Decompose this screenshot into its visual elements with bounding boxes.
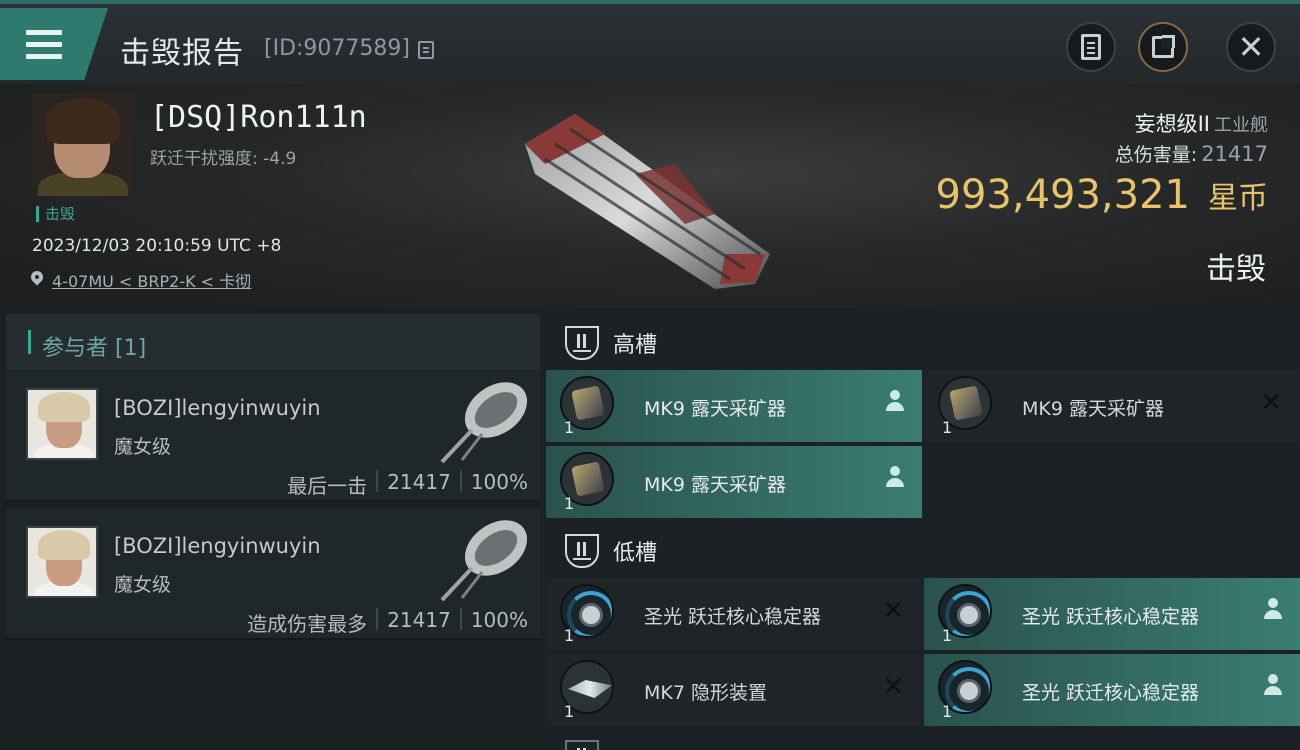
- low-slot-label: 低槽: [613, 541, 658, 566]
- module-qty: 1: [942, 702, 953, 721]
- top-bar: 击毁报告 [ID:9077589] ✕: [0, 0, 1300, 84]
- high-slot-header: 高槽: [545, 310, 1300, 376]
- participant-card[interactable]: [BOZI]lengyinwuyin 魔女级 最后一击 21417 100%: [6, 370, 540, 502]
- high-slot-icon: [565, 326, 599, 360]
- victim-ship-image: [525, 114, 770, 289]
- close-icon: ✕: [1237, 28, 1265, 66]
- participant-role: 最后一击: [287, 474, 368, 498]
- module-name: 圣光 跃迁核心稳定器: [1022, 682, 1200, 704]
- participant-damage: 21417: [387, 608, 451, 632]
- location-pin-icon: [30, 271, 44, 289]
- participants-panel: 参与者 [1] [BOZI]lengyinwuyin 魔女级 最后一击 21417…: [0, 308, 541, 750]
- participants-header: 参与者 [1]: [6, 314, 540, 370]
- victim-banner: [DSQ]Ron111n 跃迁干扰强度: -4.9 击毁 2023/12/03 …: [0, 84, 1300, 308]
- page-title: 击毁报告: [120, 36, 244, 71]
- fitting-panel: 高槽 1 MK9 露天采矿器 1 MK9 露天采矿器 ✕ 1 MK9 露天采矿器…: [541, 308, 1300, 750]
- victim-ship-type: 妄想级II 工业舰: [1135, 108, 1268, 138]
- participant-ship: 魔女级: [114, 574, 172, 596]
- participant-role: 造成伤害最多: [247, 612, 368, 636]
- isk-unit: 星币: [1208, 181, 1268, 216]
- module-item[interactable]: 1 MK9 露天采矿器: [546, 370, 922, 442]
- module-name: MK9 露天采矿器: [1022, 398, 1164, 420]
- participant-damage: 21417: [387, 470, 451, 494]
- copy-id-icon[interactable]: [418, 41, 434, 59]
- menu-icon: [26, 30, 62, 60]
- low-slot-icon: [565, 534, 599, 568]
- module-item[interactable]: 1 MK7 隐形装置 ✕: [546, 654, 922, 726]
- participant-ship-image: [440, 382, 528, 464]
- module-item[interactable]: 1 MK9 露天采矿器 ✕: [924, 370, 1300, 442]
- isk-value: 993,493,321 星币: [936, 172, 1268, 218]
- slot-icon: [565, 740, 599, 750]
- avatar[interactable]: [26, 388, 98, 460]
- menu-button[interactable]: [0, 8, 108, 80]
- module-name: MK9 露天采矿器: [644, 474, 786, 496]
- module-name: MK7 隐形装置: [644, 682, 767, 704]
- fitted-icon: [1264, 598, 1282, 620]
- participant-percent: 100%: [470, 470, 528, 494]
- destroyed-icon: ✕: [1260, 388, 1282, 418]
- share-icon: [1152, 35, 1175, 58]
- victim-portrait[interactable]: [32, 94, 134, 196]
- clipboard-icon: [1081, 34, 1101, 60]
- participant-stats: 造成伤害最多 21417 100%: [247, 608, 528, 637]
- participant-name[interactable]: [BOZI]lengyinwuyin: [114, 534, 321, 558]
- module-item[interactable]: 1 圣光 跃迁核心稳定器: [924, 654, 1300, 726]
- avatar[interactable]: [26, 526, 98, 598]
- total-damage-label: 总伤害量:: [1114, 144, 1198, 166]
- destroyed-icon: ✕: [882, 596, 904, 626]
- module-qty: 1: [564, 418, 575, 437]
- participant-name[interactable]: [BOZI]lengyinwuyin: [114, 396, 321, 420]
- module-name: 圣光 跃迁核心稳定器: [1022, 606, 1200, 628]
- module-qty: 1: [942, 418, 953, 437]
- kill-timestamp: 2023/12/03 20:10:59 UTC +8: [32, 236, 282, 256]
- victim-ship-class: 工业舰: [1214, 115, 1268, 136]
- module-qty: 1: [564, 702, 575, 721]
- next-slot-header: [545, 740, 1300, 750]
- share-button[interactable]: [1138, 22, 1188, 72]
- fitted-icon: [886, 466, 904, 488]
- participant-ship: 魔女级: [114, 436, 172, 458]
- location-link[interactable]: 4-07MU < BRP2-K < 卡彻: [30, 268, 251, 292]
- warp-disruption: 跃迁干扰强度: -4.9: [150, 149, 297, 169]
- low-slot-header: 低槽: [545, 518, 1300, 584]
- participants-title: 参与者 [1]: [42, 336, 147, 361]
- result-label: 击毁: [1206, 252, 1266, 287]
- destroyed-icon: ✕: [882, 672, 904, 702]
- module-item[interactable]: 1 圣光 跃迁核心稳定器: [924, 578, 1300, 650]
- high-slot-label: 高槽: [613, 333, 658, 358]
- victim-ship-name: 妄想级II: [1134, 112, 1210, 136]
- module-item[interactable]: 1 圣光 跃迁核心稳定器 ✕: [546, 578, 922, 650]
- participant-ship-image: [440, 520, 528, 602]
- module-qty: 1: [564, 494, 575, 513]
- module-qty: 1: [564, 626, 575, 645]
- participant-percent: 100%: [470, 608, 528, 632]
- total-damage: 总伤害量: 21417: [1115, 140, 1268, 167]
- participant-card[interactable]: [BOZI]lengyinwuyin 魔女级 造成伤害最多 21417 100%: [6, 508, 540, 640]
- location-text[interactable]: 4-07MU < BRP2-K < 卡彻: [52, 268, 251, 292]
- fitted-icon: [886, 390, 904, 412]
- isk-amount: 993,493,321: [935, 172, 1190, 218]
- report-id: [ID:9077589]: [264, 36, 410, 61]
- module-item[interactable]: 1 MK9 露天采矿器: [546, 446, 922, 518]
- status-badge: 击毁: [36, 206, 75, 222]
- participant-stats: 最后一击 21417 100%: [287, 470, 528, 499]
- module-name: MK9 露天采矿器: [644, 398, 786, 420]
- close-button[interactable]: ✕: [1226, 22, 1276, 72]
- module-name: 圣光 跃迁核心稳定器: [644, 606, 822, 628]
- module-qty: 1: [942, 626, 953, 645]
- victim-name[interactable]: [DSQ]Ron111n: [150, 100, 367, 135]
- clipboard-button[interactable]: [1066, 22, 1116, 72]
- total-damage-value: 21417: [1201, 142, 1268, 166]
- fitted-icon: [1264, 674, 1282, 696]
